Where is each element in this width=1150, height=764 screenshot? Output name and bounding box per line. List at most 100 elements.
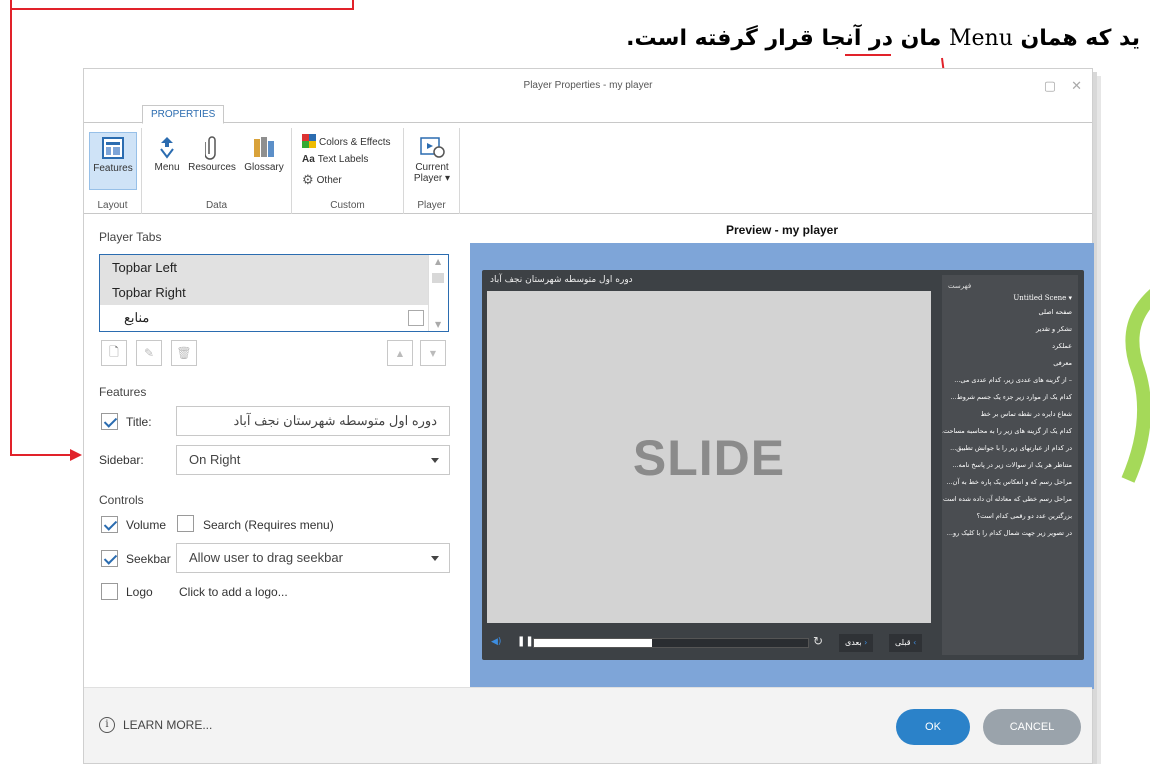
search-checkbox[interactable] [177, 515, 194, 532]
menu-list-item[interactable]: بزرگترین عدد دو رقمی کدام است؟ [942, 508, 1078, 525]
player-title: دوره اول متوسطه شهرستان نجف آباد [490, 275, 633, 285]
logo-checkbox[interactable] [101, 583, 118, 600]
gear-icon: ⚙ [302, 172, 314, 187]
pause-icon[interactable]: ❚❚ [517, 636, 534, 647]
current-player-button[interactable]: Current Player ▾ [408, 132, 456, 184]
new-page-icon: 🗋 [109, 344, 119, 359]
menu-list-item[interactable]: در تصویر زیر جهت شمال کدام را با کلیک رو… [942, 525, 1078, 542]
player-tabs-list[interactable]: Topbar Left Topbar Right منابع ▲ ▼ [99, 254, 449, 332]
group-label-player: Player [417, 200, 446, 211]
text-labels-button[interactable]: Aa Text Labels [302, 154, 368, 165]
move-down-button[interactable]: ▼ [420, 340, 446, 366]
delete-tab-button[interactable]: 🗑 [171, 340, 197, 366]
title-checkbox[interactable] [101, 413, 118, 430]
dialog-title: Player Properties - my player [523, 80, 653, 91]
menu-list-item[interactable]: معرفی [942, 355, 1078, 372]
player-sidebar-menu: فهرست Untitled Scene ▾ صفحه اصلی تشکر و ت… [942, 275, 1078, 655]
logo-label: Logo [126, 585, 153, 599]
glossary-label: Glossary [244, 162, 284, 173]
menu-list-item[interactable]: مراحل رسم خطی که معادله آن داده شده است [942, 491, 1078, 508]
menu-list-item[interactable]: متناظر هر یک از سوالات زیر در پاسخ نامه.… [942, 457, 1078, 474]
glossary-button[interactable]: Glossary [240, 132, 288, 173]
player-tabs-heading: Player Tabs [99, 230, 162, 244]
new-tab-button[interactable]: 🗋 [101, 340, 127, 366]
list-item[interactable]: منابع [100, 305, 428, 330]
maximize-icon[interactable]: ▢ [1044, 79, 1056, 94]
scene-item[interactable]: Untitled Scene ▾ [942, 292, 1078, 304]
player-controls: ◀) ❚❚ ↻ ‹ بعدی › قبلی [487, 632, 931, 654]
menu-list-item[interactable]: تشکر و تقدیر [942, 321, 1078, 338]
close-icon[interactable]: ✕ [1071, 79, 1082, 94]
list-item[interactable]: Topbar Left [100, 255, 428, 280]
menu-list-item[interactable]: – از گزینه های عددی زیر، کدام عددی می... [942, 372, 1078, 389]
seekbar-fill [534, 639, 652, 647]
features-button[interactable]: Features [89, 132, 137, 190]
seekbar-checkbox[interactable] [101, 550, 118, 567]
books-icon [240, 132, 288, 162]
chevron-down-icon: ▼ [429, 348, 437, 358]
sidebar-label: Sidebar: [99, 453, 144, 467]
move-up-button[interactable]: ▲ [387, 340, 413, 366]
list-scrollbar[interactable]: ▲ ▼ [428, 255, 448, 331]
colors-icon [302, 134, 316, 151]
current-player-label-2: Player ▾ [413, 173, 451, 184]
current-player-label: Current [415, 162, 449, 173]
learn-more-link[interactable]: i LEARN MORE... [99, 717, 212, 733]
cancel-button[interactable]: CANCEL [983, 709, 1081, 745]
ribbon-tabs: PROPERTIES [84, 105, 1092, 124]
features-label: Features [93, 163, 133, 174]
text-icon: Aa [302, 154, 315, 165]
colors-effects-button[interactable]: Colors & Effects [302, 134, 391, 151]
menu-button[interactable]: Menu [150, 132, 184, 173]
chevron-up-icon: ▲ [396, 348, 404, 358]
menu-list-item[interactable]: در کدام از عبارتهای زیر را با جوانش تطبی… [942, 440, 1078, 457]
ok-button[interactable]: OK [896, 709, 970, 745]
seekbar[interactable] [533, 638, 809, 648]
scroll-thumb[interactable] [432, 273, 444, 283]
controls-heading: Controls [99, 493, 144, 507]
tab-properties[interactable]: PROPERTIES [142, 105, 225, 124]
menu-icon [150, 132, 184, 162]
title-input[interactable]: دوره اول متوسطه شهرستان نجف آباد [176, 406, 450, 436]
resources-label: Resources [188, 162, 236, 173]
ribbon-group-player: Current Player ▾ Player [404, 128, 460, 214]
other-button[interactable]: ⚙ Other [302, 172, 342, 188]
search-label: Search (Requires menu) [203, 518, 334, 532]
group-label-data: Data [205, 200, 228, 211]
sidebar-select[interactable]: On Right [176, 445, 450, 475]
menu-list-item[interactable]: کدام یک از گزینه های زیر را به محاسبه مس… [942, 423, 1078, 440]
list-item[interactable]: Topbar Right [100, 280, 428, 305]
features-icon [90, 133, 136, 163]
ribbon-group-data: Menu Resources Glossary Data [142, 128, 292, 214]
scroll-down-icon[interactable]: ▼ [435, 320, 441, 329]
scroll-up-icon[interactable]: ▲ [435, 257, 441, 266]
ribbon: Features Layout Menu Resources Glossary … [84, 124, 1092, 214]
next-button[interactable]: › قبلی [889, 634, 923, 652]
volume-label: Volume [126, 518, 167, 532]
menu-list-item[interactable]: صفحه اصلی [942, 304, 1078, 321]
menu-heading: فهرست [948, 282, 972, 290]
menu-items: صفحه اصلی تشکر و تقدیر عملکرد معرفی – از گزی… [942, 304, 1078, 542]
edit-tab-button[interactable]: ✎ [136, 340, 162, 366]
seekbar-select[interactable]: Allow user to drag seekbar [176, 543, 450, 573]
menu-list-item[interactable]: مراحل رسم که و انعکاس یک پاره خط به آن..… [942, 474, 1078, 491]
menu-list-item[interactable]: شعاع دایره در نقطه تماس بر خط [942, 406, 1078, 423]
add-logo-link[interactable]: Click to add a logo... [179, 585, 288, 599]
menu-list-item[interactable]: کدام یک از موارد زیر جزء یک جسم شروط... [942, 389, 1078, 406]
volume-icon[interactable]: ◀) [491, 637, 501, 647]
resources-button[interactable]: Resources [184, 132, 240, 173]
seekbar-label: Seekbar [126, 552, 171, 566]
group-label-custom: Custom [330, 200, 365, 211]
features-heading: Features [99, 385, 147, 399]
player-preview: دوره اول متوسطه شهرستان نجف آباد SLIDE ف… [470, 243, 1094, 689]
tab-visible-checkbox[interactable] [408, 310, 424, 326]
preview-title: Preview - my player [725, 223, 839, 237]
menu-list-item[interactable]: عملکرد [942, 338, 1078, 355]
prev-button[interactable]: ‹ بعدی [839, 634, 874, 652]
replay-icon[interactable]: ↻ [813, 634, 823, 648]
volume-checkbox[interactable] [101, 516, 118, 533]
slide-placeholder: SLIDE [632, 430, 786, 486]
title-bar: Player Properties - my player ▢ ✕ [84, 69, 1092, 105]
edit-icon: ✎ [143, 346, 155, 360]
group-label-layout: Layout [97, 200, 128, 211]
